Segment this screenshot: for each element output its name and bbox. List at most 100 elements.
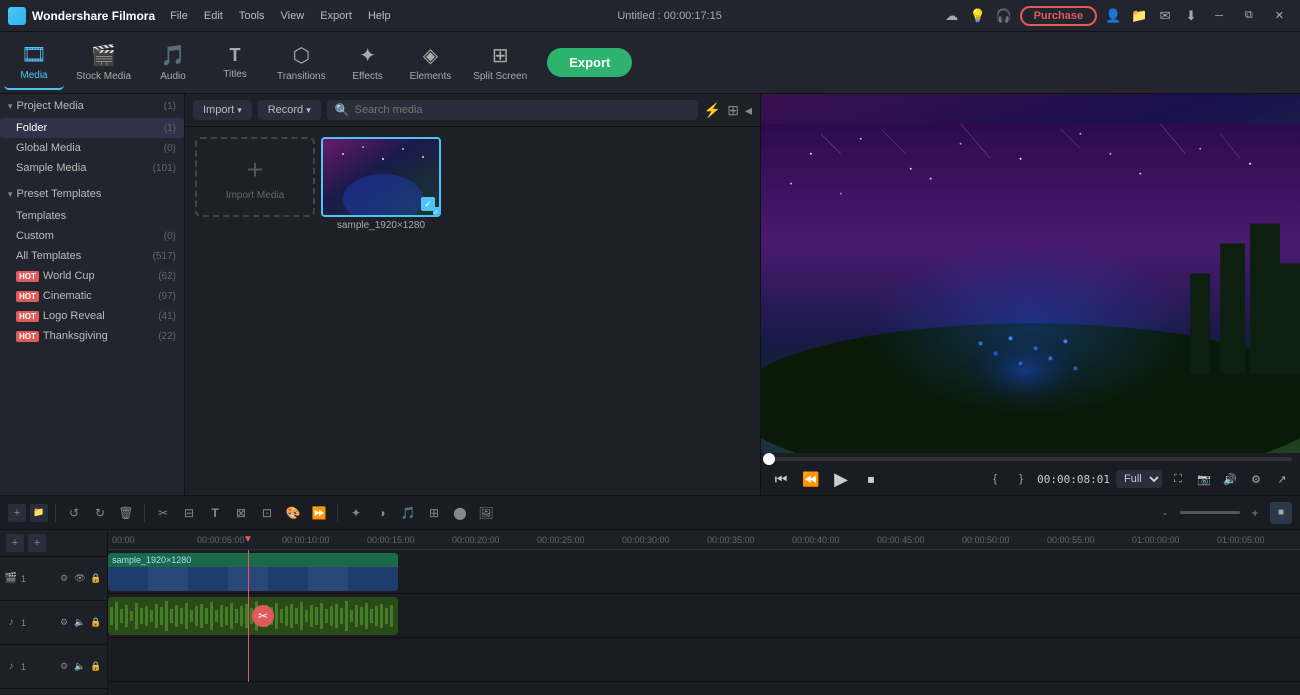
menu-file[interactable]: File xyxy=(163,8,195,24)
speed-button[interactable]: ⏩ xyxy=(308,502,330,524)
filter-icon[interactable]: ⚡ xyxy=(704,102,721,119)
maximize-button[interactable]: ⧉ xyxy=(1237,7,1261,24)
zoom-slider[interactable] xyxy=(1180,511,1240,514)
panel-custom-item[interactable]: Custom (0) xyxy=(0,226,184,246)
audio-settings-icon[interactable]: ⚙ xyxy=(57,616,71,630)
stop-button[interactable]: ⏹ xyxy=(859,467,883,491)
projects-icon[interactable]: 📁 xyxy=(1129,6,1149,26)
record-button[interactable]: Record ▾ xyxy=(258,100,321,120)
audio-duck-button[interactable]: 🎵 xyxy=(397,502,419,524)
redo-button[interactable]: ↻ xyxy=(89,502,111,524)
video-clip[interactable]: sample_1920×1280 xyxy=(108,553,398,591)
add-media-button[interactable]: + xyxy=(8,504,26,522)
audio-clip[interactable] xyxy=(108,597,398,635)
collapse-panel-icon[interactable]: ◂ xyxy=(745,102,752,119)
split-screen-tab[interactable]: ⊞ Split Screen xyxy=(463,36,537,90)
panel-templates-item[interactable]: Templates xyxy=(0,206,184,226)
undo-button[interactable]: ↺ xyxy=(63,502,85,524)
snapshot-icon[interactable]: 📷 xyxy=(1194,469,1214,489)
elements-tab[interactable]: ◈ Elements xyxy=(400,36,462,90)
panel-cinematic-item[interactable]: HOTCinematic (97) xyxy=(0,286,184,306)
close-button[interactable]: ✕ xyxy=(1267,7,1292,24)
quality-select[interactable]: Full xyxy=(1116,470,1162,488)
expand-icon[interactable]: ↗ xyxy=(1272,469,1292,489)
transitions-tab[interactable]: ⬡ Transitions xyxy=(267,36,336,90)
panel-folder-item[interactable]: Folder (1) xyxy=(0,118,184,138)
panel-sample-media-item[interactable]: Sample Media (101) xyxy=(0,158,184,178)
ai-button[interactable]: ✦ xyxy=(345,502,367,524)
audio2-speaker-icon[interactable]: 🔈 xyxy=(73,660,87,674)
out-point-icon[interactable]: } xyxy=(1011,469,1031,489)
video-lock-icon[interactable]: 🔒 xyxy=(89,572,103,586)
multi-clip-button[interactable]: ⊞ xyxy=(423,502,445,524)
menu-edit[interactable]: Edit xyxy=(197,8,230,24)
bulb-icon[interactable]: 💡 xyxy=(968,6,988,26)
ripple-button[interactable]: ⊟ xyxy=(178,502,200,524)
split-button[interactable]: ⊠ xyxy=(230,502,252,524)
effect-btn-tl[interactable]: 🖼 xyxy=(475,502,497,524)
panel-thanksgiving-item[interactable]: HOTThanksgiving (22) xyxy=(0,326,184,346)
export-button[interactable]: Export xyxy=(547,48,632,77)
media-icon: 🎞 xyxy=(21,42,46,67)
color-button[interactable]: 🎨 xyxy=(282,502,304,524)
zoom-in-button[interactable]: + xyxy=(1244,502,1266,524)
mail-icon[interactable]: ✉ xyxy=(1155,6,1175,26)
stock-media-tab[interactable]: 🎬 Stock Media xyxy=(66,36,141,90)
step-back-button[interactable]: ⏪ xyxy=(799,467,823,491)
ruler-mark-9: 00:00:45:00 xyxy=(873,535,958,545)
crop-button[interactable]: ⊡ xyxy=(256,502,278,524)
menu-tools[interactable]: Tools xyxy=(232,8,272,24)
video-eye-icon[interactable]: 👁 xyxy=(73,572,87,586)
effects-tab[interactable]: ✦ Effects xyxy=(338,36,398,90)
timeline-playhead[interactable] xyxy=(248,550,249,682)
fullscreen-icon[interactable]: ⛶ xyxy=(1168,469,1188,489)
add-video-track-button[interactable]: + xyxy=(6,534,24,552)
audio2-lock-icon[interactable]: 🔒 xyxy=(89,660,103,674)
audio2-settings-icon[interactable]: ⚙ xyxy=(57,660,71,674)
in-point-icon[interactable]: { xyxy=(985,469,1005,489)
user-icon[interactable]: 👤 xyxy=(1103,6,1123,26)
cut-button[interactable]: ✂ xyxy=(152,502,174,524)
menu-view[interactable]: View xyxy=(274,8,312,24)
menu-export[interactable]: Export xyxy=(313,8,359,24)
menu-help[interactable]: Help xyxy=(361,8,398,24)
delete-button[interactable]: 🗑 xyxy=(115,502,137,524)
add-folder-button[interactable]: 📁 xyxy=(30,504,48,522)
panel-all-templates-item[interactable]: All Templates (517) xyxy=(0,246,184,266)
minimize-button[interactable]: ─ xyxy=(1207,8,1231,24)
audio-tab[interactable]: 🎵 Audio xyxy=(143,36,203,90)
audio-lock-icon[interactable]: 🔒 xyxy=(89,616,103,630)
titles-tab[interactable]: T Titles xyxy=(205,36,265,90)
cloud-icon[interactable]: ☁ xyxy=(942,6,962,26)
grid-view-icon[interactable]: ⊞ xyxy=(727,102,739,119)
volume-icon[interactable]: 🔊 xyxy=(1220,469,1240,489)
rewind-button[interactable]: ⏮ xyxy=(769,467,793,491)
settings-icon[interactable]: ⚙ xyxy=(1246,469,1266,489)
add-audio-track-button[interactable]: + xyxy=(28,534,46,552)
media-thumbnail[interactable]: ✓ sample_1920×1280 xyxy=(321,137,441,231)
media-tab[interactable]: 🎞 Media xyxy=(4,36,64,90)
import-placeholder[interactable]: + Import Media xyxy=(195,137,315,217)
zoom-out-button[interactable]: - xyxy=(1154,502,1176,524)
motion-button[interactable]: ⬤ xyxy=(449,502,471,524)
import-button[interactable]: Import ▾ xyxy=(193,100,252,120)
record-label: Record xyxy=(268,104,303,116)
headset-icon[interactable]: 🎧 xyxy=(994,6,1014,26)
panel-world-cup-item[interactable]: HOTWorld Cup (62) xyxy=(0,266,184,286)
audio-speaker-icon[interactable]: 🔈 xyxy=(73,616,87,630)
search-input[interactable] xyxy=(355,104,690,116)
mask-button[interactable]: ◑ xyxy=(371,502,393,524)
text-button[interactable]: T xyxy=(204,502,226,524)
video-settings-icon[interactable]: ⚙ xyxy=(57,572,71,586)
preview-timeline-bar[interactable] xyxy=(769,457,1292,461)
project-media-header[interactable]: ▾ Project Media (1) xyxy=(0,94,184,118)
timeline-thumb[interactable] xyxy=(763,453,775,465)
preset-templates-header[interactable]: ▾ Preset Templates xyxy=(0,182,184,206)
fit-timeline-button[interactable]: ■ xyxy=(1270,502,1292,524)
panel-logo-reveal-item[interactable]: HOTLogo Reveal (41) xyxy=(0,306,184,326)
search-box[interactable]: 🔍 xyxy=(327,100,698,120)
download-icon[interactable]: ⬇ xyxy=(1181,6,1201,26)
panel-global-media-item[interactable]: Global Media (0) xyxy=(0,138,184,158)
play-button[interactable]: ▶ xyxy=(829,467,853,491)
purchase-button[interactable]: Purchase xyxy=(1020,6,1098,26)
